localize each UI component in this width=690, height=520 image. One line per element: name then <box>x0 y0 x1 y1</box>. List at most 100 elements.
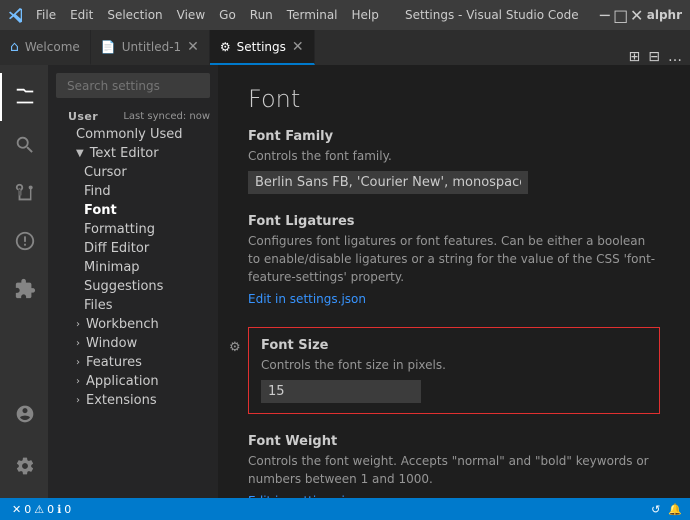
extensions-arrow: › <box>76 395 80 406</box>
tab-untitled-close[interactable]: ✕ <box>187 40 199 54</box>
features-label: Features <box>86 355 142 370</box>
sidebar-item-window[interactable]: › Window <box>48 334 218 353</box>
tab-bar: ⌂ Welcome 📄 Untitled-1 ✕ ⚙ Settings ✕ ⊞ … <box>0 30 690 65</box>
bell-icon[interactable]: 🔔 <box>668 503 682 516</box>
activity-bottom <box>0 390 48 490</box>
sidebar-item-files[interactable]: Files <box>48 296 218 315</box>
font-family-desc: Controls the font family. <box>248 147 660 165</box>
text-editor-label: Text Editor <box>90 146 159 161</box>
split-editor-icon[interactable]: ⊞ <box>629 49 641 65</box>
status-right: ↺ 🔔 <box>651 503 682 516</box>
font-size-gear-icon: ⚙ <box>229 340 241 355</box>
tab-settings-close[interactable]: ✕ <box>292 40 304 54</box>
activity-search[interactable] <box>0 121 48 169</box>
sidebar-item-application[interactable]: › Application <box>48 372 218 391</box>
sidebar-item-extensions[interactable]: › Extensions <box>48 391 218 410</box>
tab-settings-label: Settings <box>237 40 286 54</box>
activity-bar <box>0 65 48 498</box>
activity-debug[interactable] <box>0 217 48 265</box>
warning-count: 0 <box>47 503 54 516</box>
sidebar-item-formatting[interactable]: Formatting <box>48 220 218 239</box>
suggestions-label: Suggestions <box>84 279 163 294</box>
sidebar: User Last synced: now Commonly Used ▼ Te… <box>48 65 218 498</box>
status-errors[interactable]: ✕ 0 ⚠ 0 ℹ 0 <box>8 503 75 516</box>
features-arrow: › <box>76 357 80 368</box>
minimize-button[interactable]: ─ <box>599 9 611 21</box>
font-family-input[interactable] <box>248 171 528 194</box>
sidebar-item-workbench[interactable]: › Workbench <box>48 315 218 334</box>
sidebar-item-font[interactable]: Font <box>48 201 218 220</box>
activity-explorer[interactable] <box>0 73 48 121</box>
font-ligatures-label: Font Ligatures <box>248 214 660 229</box>
sidebar-item-text-editor[interactable]: ▼ Text Editor <box>48 144 218 163</box>
font-label: Font <box>84 203 117 218</box>
formatting-label: Formatting <box>84 222 155 237</box>
sidebar-item-suggestions[interactable]: Suggestions <box>48 277 218 296</box>
close-button[interactable]: ✕ <box>631 9 643 21</box>
layout-icon[interactable]: ⊟ <box>648 49 660 65</box>
menu-terminal[interactable]: Terminal <box>281 6 344 24</box>
menu-go[interactable]: Go <box>213 6 242 24</box>
setting-font-weight: Font Weight Controls the font weight. Ac… <box>248 434 660 498</box>
title-bar: File Edit Selection View Go Run Terminal… <box>0 0 690 30</box>
tab-settings[interactable]: ⚙ Settings ✕ <box>210 30 315 65</box>
setting-font-size-highlighted: ⚙ Font Size Controls the font size in pi… <box>248 327 660 414</box>
status-bar: ✕ 0 ⚠ 0 ℹ 0 ↺ 🔔 <box>0 498 690 520</box>
font-size-input[interactable] <box>261 380 421 403</box>
extensions-label: Extensions <box>86 393 157 408</box>
welcome-icon: ⌂ <box>10 39 19 55</box>
activity-extensions[interactable] <box>0 265 48 313</box>
settings-tab-icon: ⚙ <box>220 40 231 54</box>
sync-icon[interactable]: ↺ <box>651 503 660 516</box>
sidebar-item-minimap[interactable]: Minimap <box>48 258 218 277</box>
menu-run[interactable]: Run <box>244 6 279 24</box>
sidebar-item-find[interactable]: Find <box>48 182 218 201</box>
font-size-desc: Controls the font size in pixels. <box>261 356 647 374</box>
sidebar-item-diff-editor[interactable]: Diff Editor <box>48 239 218 258</box>
font-weight-link[interactable]: Edit in settings.json <box>248 494 366 498</box>
font-weight-desc: Controls the font weight. Accepts "norma… <box>248 452 660 488</box>
more-tabs-icon[interactable]: … <box>668 49 682 65</box>
text-editor-arrow: ▼ <box>76 148 84 159</box>
tab-welcome[interactable]: ⌂ Welcome <box>0 30 91 65</box>
font-ligatures-link[interactable]: Edit in settings.json <box>248 292 366 306</box>
info-icon: ℹ <box>57 503 61 516</box>
menu-help[interactable]: Help <box>346 6 385 24</box>
font-weight-label: Font Weight <box>248 434 660 449</box>
menu-selection[interactable]: Selection <box>101 6 168 24</box>
warning-icon: ⚠ <box>34 503 44 516</box>
window-arrow: › <box>76 338 80 349</box>
info-count: 0 <box>64 503 71 516</box>
sidebar-item-commonly-used[interactable]: Commonly Used <box>48 125 218 144</box>
menu-edit[interactable]: Edit <box>64 6 99 24</box>
files-label: Files <box>84 298 113 313</box>
tab-untitled-label: Untitled-1 <box>122 40 181 54</box>
window-label: Window <box>86 336 137 351</box>
font-size-label: Font Size <box>261 338 647 353</box>
status-left: ✕ 0 ⚠ 0 ℹ 0 <box>8 503 75 516</box>
last-synced: Last synced: now <box>123 111 210 122</box>
application-arrow: › <box>76 376 80 387</box>
minimap-label: Minimap <box>84 260 140 275</box>
search-input[interactable] <box>67 79 217 93</box>
font-ligatures-desc: Configures font ligatures or font featur… <box>248 232 660 286</box>
cursor-label: Cursor <box>84 165 127 180</box>
maximize-button[interactable]: □ <box>615 9 627 21</box>
menu-bar: File Edit Selection View Go Run Terminal… <box>30 6 385 24</box>
search-box[interactable] <box>56 73 210 98</box>
menu-view[interactable]: View <box>171 6 211 24</box>
tab-untitled[interactable]: 📄 Untitled-1 ✕ <box>91 30 210 65</box>
error-count: 0 <box>24 503 31 516</box>
sidebar-item-cursor[interactable]: Cursor <box>48 163 218 182</box>
window-title: Settings - Visual Studio Code <box>391 8 593 22</box>
activity-account[interactable] <box>0 390 48 438</box>
menu-file[interactable]: File <box>30 6 62 24</box>
activity-settings[interactable] <box>0 442 48 490</box>
sidebar-item-features[interactable]: › Features <box>48 353 218 372</box>
application-label: Application <box>86 374 159 389</box>
activity-source-control[interactable] <box>0 169 48 217</box>
content-area: Font Font Family Controls the font famil… <box>218 65 690 498</box>
error-icon: ✕ <box>12 503 21 516</box>
find-label: Find <box>84 184 111 199</box>
setting-font-ligatures: Font Ligatures Configures font ligatures… <box>248 214 660 307</box>
